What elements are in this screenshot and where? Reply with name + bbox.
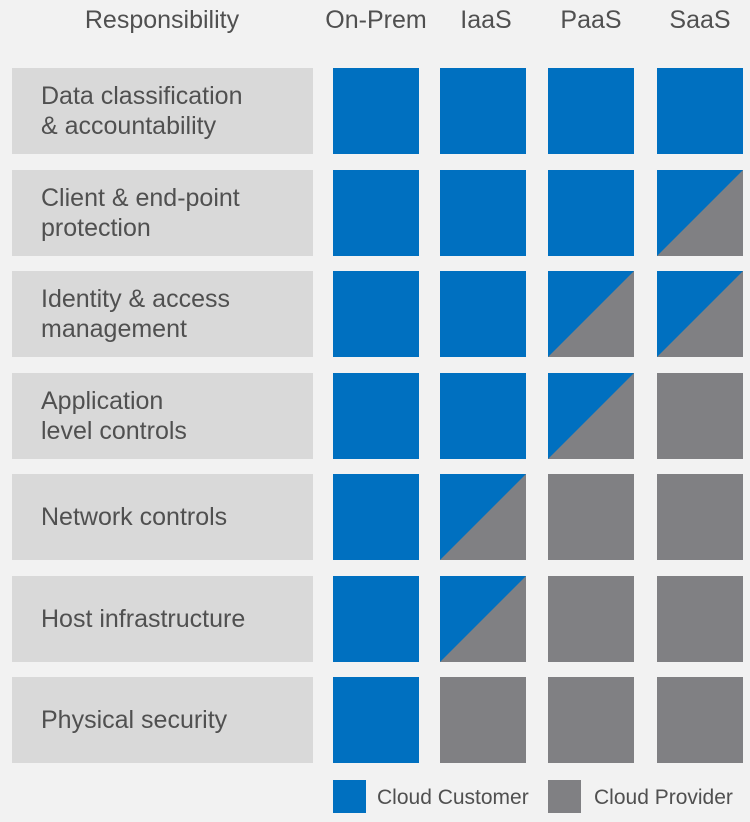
header-responsibility: Responsibility — [84, 6, 240, 34]
legend-swatch-customer — [333, 780, 366, 813]
header-iaas: IaaS — [460, 6, 512, 34]
cell-customer-on-prem — [333, 68, 419, 154]
cell-customer-iaas — [440, 170, 526, 256]
legend-label-provider: Cloud Provider — [594, 786, 733, 809]
row-label: Identity & access management — [12, 271, 313, 357]
cell-provider-saas — [657, 474, 743, 560]
row-label: Client & end-point protection — [12, 170, 313, 256]
cell-shared-iaas — [440, 576, 526, 662]
cell-customer-paas — [548, 170, 634, 256]
cell-customer-paas — [548, 68, 634, 154]
row-label: Physical security — [12, 677, 313, 763]
cell-shared-saas — [657, 271, 743, 357]
cell-customer-on-prem — [333, 576, 419, 662]
cell-customer-on-prem — [333, 677, 419, 763]
cell-customer-on-prem — [333, 271, 419, 357]
cell-provider-saas — [657, 576, 743, 662]
cell-customer-iaas — [440, 271, 526, 357]
cell-customer-on-prem — [333, 373, 419, 459]
cell-provider-paas — [548, 474, 634, 560]
legend-label-customer: Cloud Customer — [377, 786, 529, 809]
row-label: Network controls — [12, 474, 313, 560]
cell-shared-saas — [657, 170, 743, 256]
cell-provider-saas — [657, 373, 743, 459]
cell-provider-paas — [548, 677, 634, 763]
cell-customer-iaas — [440, 68, 526, 154]
cell-customer-on-prem — [333, 170, 419, 256]
header-on-prem: On-Prem — [325, 6, 427, 34]
cell-shared-paas — [548, 373, 634, 459]
header-paas: PaaS — [560, 6, 622, 34]
cell-customer-on-prem — [333, 474, 419, 560]
cell-customer-saas — [657, 68, 743, 154]
row-label: Data classification & accountability — [12, 68, 313, 154]
cell-shared-iaas — [440, 474, 526, 560]
row-label: Host infrastructure — [12, 576, 313, 662]
cell-provider-saas — [657, 677, 743, 763]
cell-provider-iaas — [440, 677, 526, 763]
cell-provider-paas — [548, 576, 634, 662]
header-saas: SaaS — [669, 6, 731, 34]
row-label: Application level controls — [12, 373, 313, 459]
legend-swatch-provider — [548, 780, 581, 813]
cell-customer-iaas — [440, 373, 526, 459]
cell-shared-paas — [548, 271, 634, 357]
